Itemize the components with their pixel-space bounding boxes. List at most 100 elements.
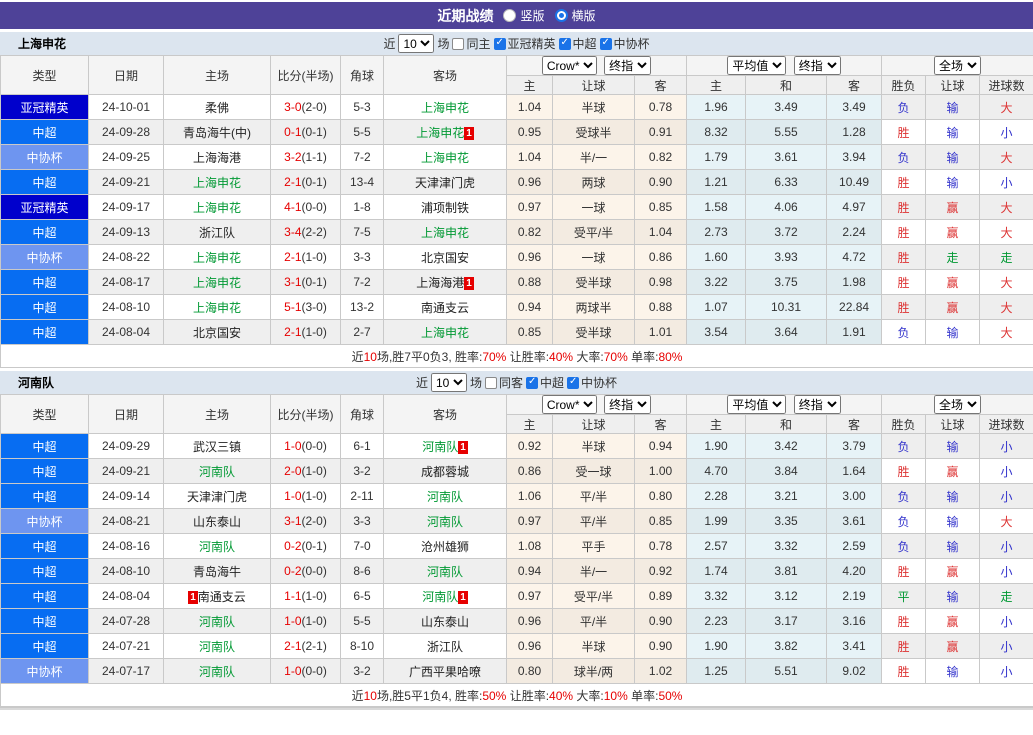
summary-part: 大率: [573,350,604,364]
match-row: 中超24-09-28青岛海牛(中)0-1(0-1)5-5上海申花10.95受球半… [1,120,1033,145]
col-date: 日期 [89,395,164,434]
corner-cell: 6-5 [341,584,384,609]
away-team-link[interactable]: 成都蓉城 [421,465,469,479]
away-team-link[interactable]: 沧州雄狮 [421,540,469,554]
home-team-link[interactable]: 河南队 [199,615,235,629]
away-team-link[interactable]: 南通支云 [421,301,469,315]
average-select[interactable]: 平均值 [727,395,786,414]
corner-cell: 5-3 [341,95,384,120]
league-filter[interactable]: 中超 [559,35,597,52]
away-team-link[interactable]: 河南队 [422,590,458,604]
fulltime-select[interactable]: 全场 [934,395,981,414]
result-winloss-cell: 胜 [882,170,926,195]
away-team-link[interactable]: 河南队 [427,490,463,504]
match-row: 中协杯24-07-17河南队1-0(0-0)3-2广西平果哈嘹0.80球半/两1… [1,659,1033,684]
result-winloss-cell: 平 [882,584,926,609]
avg-home-cell: 4.70 [687,459,746,484]
match-type-badge: 中协杯 [1,509,89,534]
home-team-link[interactable]: 上海申花 [193,201,241,215]
layout-option-vertical[interactable]: 竖版 [503,7,544,24]
odds-handicap-cell: 两球 [553,170,635,195]
result-winloss-cell: 胜 [882,195,926,220]
home-team-link[interactable]: 浙江队 [199,226,235,240]
away-team-link[interactable]: 浦项制铁 [421,201,469,215]
match-count-select[interactable]: 10 [431,373,467,392]
odds-provider-select[interactable]: Crow* [542,395,597,414]
odds-handicap-cell: 受球半 [553,120,635,145]
fulltime-select[interactable]: 全场 [934,56,981,75]
match-row: 中超24-09-13浙江队3-4(2-2)7-5上海申花0.82受平/半1.04… [1,220,1033,245]
home-team-link[interactable]: 青岛海牛(中) [183,126,251,140]
match-count-select[interactable]: 10 [398,34,434,53]
away-team-cell: 天津津门虎 [384,170,507,195]
final-average-select[interactable]: 终指 [794,395,841,414]
match-date: 24-09-14 [89,484,164,509]
league-filter[interactable]: 中协杯 [600,35,650,52]
home-team-link[interactable]: 天津津门虎 [187,490,247,504]
away-team-link[interactable]: 上海申花 [421,101,469,115]
summary-part: 40% [549,350,573,364]
home-team-link[interactable]: 山东泰山 [193,515,241,529]
home-team-link[interactable]: 青岛海牛 [193,565,241,579]
away-team-link[interactable]: 上海申花 [421,151,469,165]
league-filter[interactable]: 中超 [526,374,564,391]
home-team-link[interactable]: 上海海港 [193,151,241,165]
odds-handicap-cell: 受平/半 [553,584,635,609]
away-team-link[interactable]: 广西平果哈嘹 [409,665,481,679]
avg-home-cell: 3.54 [687,320,746,345]
away-team-link[interactable]: 北京国安 [421,251,469,265]
home-team-link[interactable]: 武汉三镇 [193,440,241,454]
league-filter[interactable]: 亚冠精英 [494,35,556,52]
away-team-cell: 河南队 [384,484,507,509]
result-handicap-cell: 输 [926,534,980,559]
away-team-link[interactable]: 山东泰山 [421,615,469,629]
average-select[interactable]: 平均值 [727,56,786,75]
home-team-link[interactable]: 河南队 [199,540,235,554]
result-goals-cell: 走 [980,245,1033,270]
home-team-link[interactable]: 上海申花 [193,301,241,315]
same-venue-filter[interactable]: 同客 [485,374,523,391]
col-avg-draw: 和 [746,415,827,434]
home-team-link[interactable]: 北京国安 [193,326,241,340]
home-team-link[interactable]: 柔佛 [205,101,229,115]
home-team-link[interactable]: 河南队 [199,465,235,479]
odds-handicap-cell: 受半球 [553,320,635,345]
away-team-link[interactable]: 河南队 [427,515,463,529]
final-average-select[interactable]: 终指 [794,56,841,75]
home-team-link[interactable]: 南通支云 [198,590,246,604]
home-team-link[interactable]: 河南队 [199,665,235,679]
league-filter[interactable]: 中协杯 [567,374,617,391]
home-team-link[interactable]: 上海申花 [193,176,241,190]
away-team-link[interactable]: 上海申花 [421,326,469,340]
away-team-link[interactable]: 上海海港 [416,276,464,290]
fulltime-score: 0-1 [284,125,301,139]
away-team-link[interactable]: 河南队 [422,440,458,454]
away-team-link[interactable]: 天津津门虎 [415,176,475,190]
page-title: 近期战绩 [437,6,493,26]
summary-part: 50% [482,689,506,703]
away-team-link[interactable]: 河南队 [427,565,463,579]
avg-home-cell: 2.57 [687,534,746,559]
odds-provider-select[interactable]: Crow* [542,56,597,75]
away-team-link[interactable]: 上海申花 [416,126,464,140]
away-team-link[interactable]: 浙江队 [427,640,463,654]
col-avg-home: 主 [687,415,746,434]
avg-away-cell: 9.02 [827,659,882,684]
final-odds-select[interactable]: 终指 [604,395,651,414]
same-venue-filter[interactable]: 同主 [452,35,490,52]
col-goals: 进球数 [980,415,1033,434]
home-team-cell: 上海申花 [164,295,271,320]
result-handicap-cell: 赢 [926,459,980,484]
score-cell: 0-2(0-1) [271,534,341,559]
final-odds-select[interactable]: 终指 [604,56,651,75]
match-row: 中超24-07-21河南队2-1(2-1)8-10浙江队0.96半球0.901.… [1,634,1033,659]
layout-option-horizontal[interactable]: 横版 [555,7,596,24]
halftime-score: (0-1) [302,275,327,289]
halftime-score: (2-2) [302,225,327,239]
home-team-link[interactable]: 上海申花 [193,276,241,290]
home-team-link[interactable]: 上海申花 [193,251,241,265]
score-cell: 0-2(0-0) [271,559,341,584]
away-team-link[interactable]: 上海申花 [421,226,469,240]
home-team-link[interactable]: 河南队 [199,640,235,654]
halftime-score: (0-0) [302,564,327,578]
